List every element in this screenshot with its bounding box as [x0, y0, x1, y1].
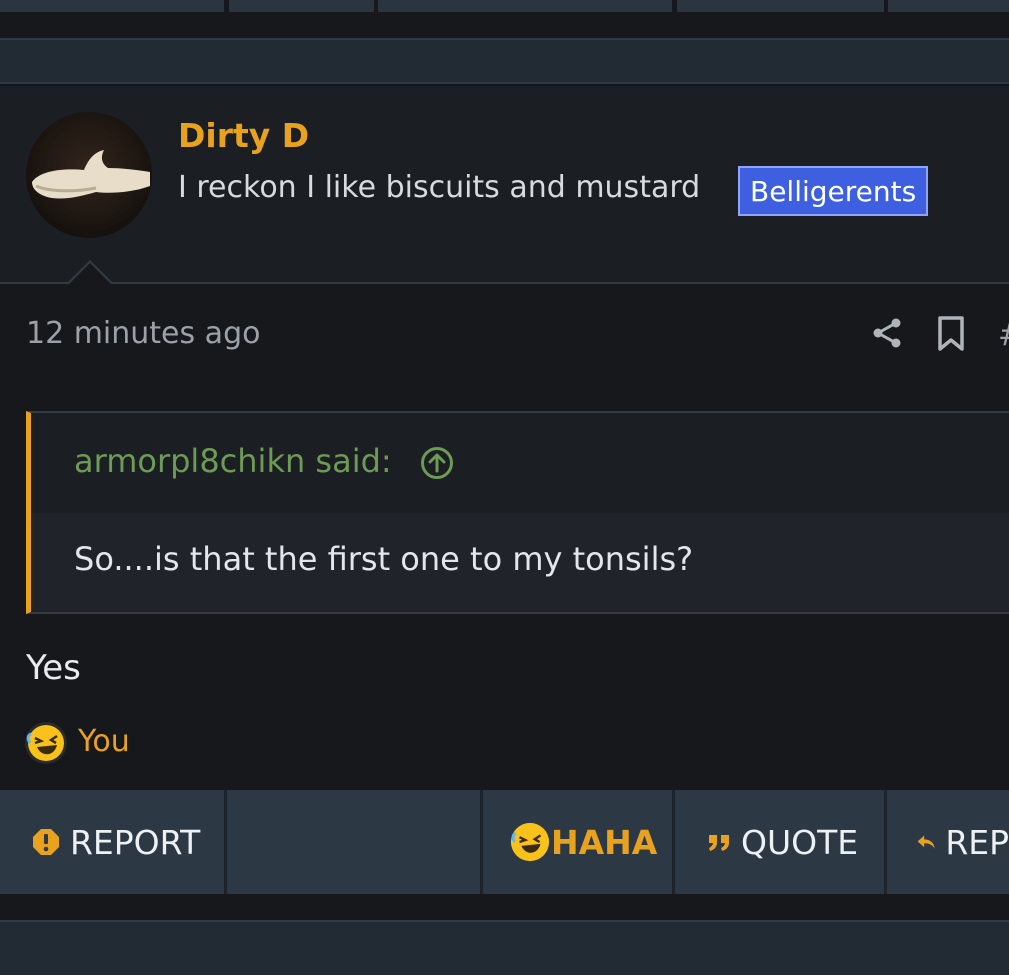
- quote-label: QUOTE: [741, 822, 859, 862]
- quote-button[interactable]: QUOTE: [675, 790, 887, 894]
- actionbar-spacer: [227, 790, 483, 894]
- post-separator: [0, 920, 1009, 975]
- post-arrow-fill: [68, 263, 112, 285]
- previous-action-cell[interactable]: [378, 0, 672, 12]
- laughing-emoji-icon: [510, 822, 550, 862]
- previous-post-actionbar: [0, 0, 1009, 14]
- reply-icon: [917, 835, 935, 849]
- quote-text: So....is that the first one to my tonsil…: [74, 540, 694, 578]
- post-separator: [0, 38, 1009, 84]
- report-label: REPORT: [70, 822, 201, 862]
- reply-button[interactable]: REP: [887, 790, 1009, 894]
- laughing-emoji-icon[interactable]: [24, 721, 68, 765]
- share-icon[interactable]: [870, 316, 904, 350]
- previous-action-cell[interactable]: [229, 0, 374, 12]
- post-timestamp-link[interactable]: 12 minutes ago: [26, 316, 260, 351]
- previous-action-cell[interactable]: [0, 0, 224, 12]
- post-number-link[interactable]: #: [998, 318, 1009, 353]
- haha-label: HAHA: [551, 822, 658, 862]
- user-group-badge[interactable]: Belligerents: [738, 166, 929, 216]
- previous-action-cell[interactable]: [677, 0, 884, 12]
- avatar[interactable]: [26, 112, 152, 238]
- quote-icon: [709, 835, 729, 851]
- username-link[interactable]: Dirty D: [178, 116, 309, 155]
- bookmark-icon[interactable]: [936, 316, 966, 352]
- report-button[interactable]: REPORT: [0, 790, 227, 894]
- previous-action-cell[interactable]: [888, 0, 1009, 12]
- arrow-circle-up-icon[interactable]: [420, 446, 454, 480]
- post-body: Yes: [26, 648, 81, 688]
- haha-reaction-button[interactable]: HAHA: [483, 790, 675, 894]
- quote-author-link[interactable]: armorpl8chikn said:: [74, 442, 392, 480]
- avatar-image: [32, 150, 150, 199]
- warning-icon: [33, 829, 59, 855]
- reaction-summary-link[interactable]: You: [78, 724, 130, 759]
- user-title: I reckon I like biscuits and mustard: [178, 170, 701, 205]
- reply-label: REP: [945, 822, 1009, 862]
